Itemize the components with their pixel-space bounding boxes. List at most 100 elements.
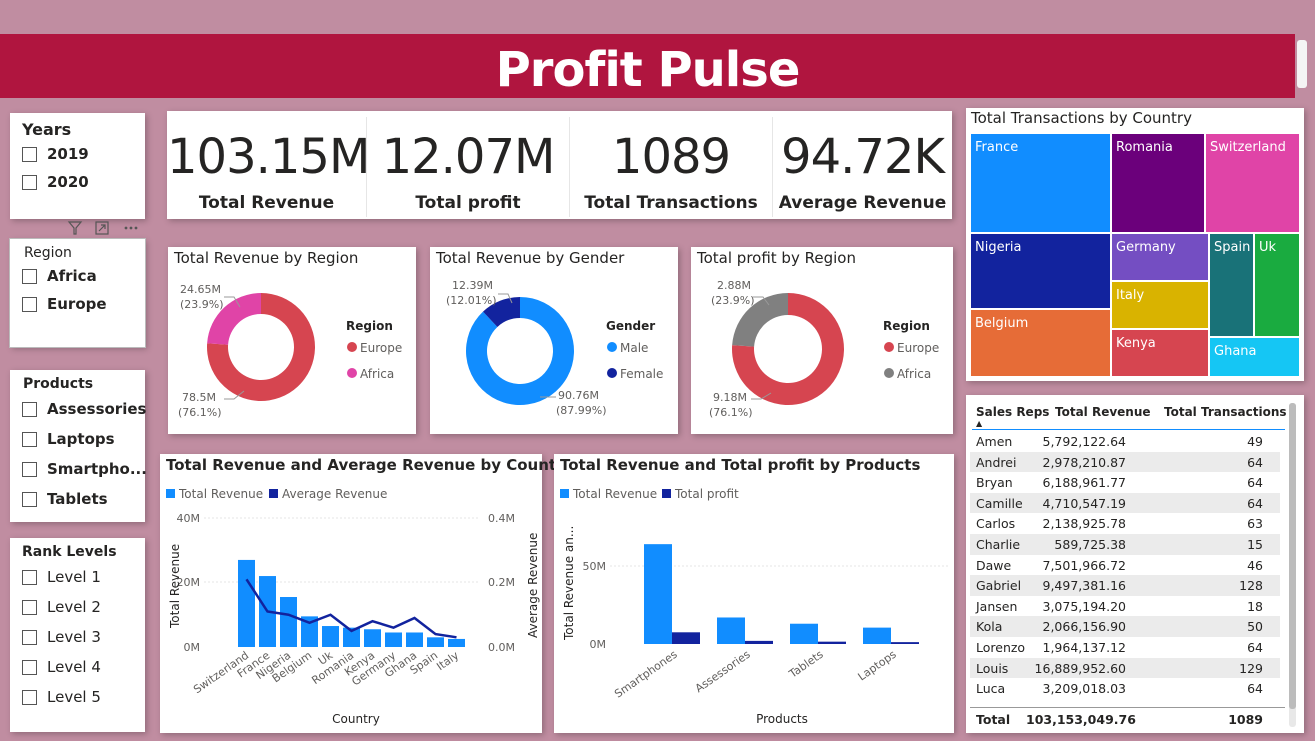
products-option-tablets[interactable]: Tablets (22, 490, 108, 508)
checkbox[interactable] (22, 401, 37, 417)
x-axis-label: Products (756, 712, 808, 726)
years-option-2019[interactable]: 2019 (22, 145, 89, 163)
years-option-2020[interactable]: 2020 (22, 173, 89, 191)
bar-total-revenue[interactable] (790, 623, 818, 644)
rank-option-level-2[interactable]: Level 2 (22, 598, 101, 616)
report-title: Profit Pulse (495, 42, 801, 98)
data-label: 78.5M (182, 391, 216, 404)
legend-item[interactable]: Total profit (674, 487, 739, 501)
table-row[interactable]: Andrei 2,978,210.87 64 (970, 451, 1280, 473)
cell-total-transactions: 64 (1247, 640, 1263, 655)
rank-option-level-5[interactable]: Level 5 (22, 688, 101, 706)
table-row[interactable]: Louis 16,889,952.60 129 (970, 657, 1280, 679)
table-row[interactable]: Amen 5,792,122.64 49 (970, 431, 1280, 452)
checkbox[interactable] (22, 569, 37, 585)
y2-tick: 0.0M (488, 641, 515, 654)
bar-total-revenue[interactable] (280, 597, 297, 647)
treemap-cell-belgium[interactable]: Belgium (970, 309, 1111, 377)
legend-item[interactable]: Africa (360, 367, 394, 381)
treemap-cell-spain[interactable]: Spain (1209, 233, 1254, 337)
data-label: 2.88M (717, 279, 751, 292)
bar-total-revenue[interactable] (427, 637, 444, 647)
bar-total-profit[interactable] (672, 632, 700, 644)
region-option-africa[interactable]: Africa (22, 267, 97, 285)
legend-item[interactable]: Female (620, 367, 663, 381)
legend-item[interactable]: Total Revenue (572, 487, 657, 501)
scrollbar-thumb[interactable] (1289, 403, 1296, 709)
bar-total-revenue[interactable] (364, 629, 381, 647)
page-scrollbar[interactable] (1297, 40, 1307, 88)
treemap-cell-germany[interactable]: Germany (1111, 233, 1209, 281)
bar-total-revenue[interactable] (717, 617, 745, 644)
checkbox[interactable] (22, 296, 37, 312)
focus-mode-icon[interactable] (95, 221, 109, 235)
kpi-card-total-revenue: 103.15M Total Revenue (167, 111, 370, 219)
checkbox[interactable] (22, 629, 37, 645)
checkbox[interactable] (22, 659, 37, 675)
table-row[interactable]: Dawe 7,501,966.72 46 (970, 555, 1280, 576)
kpi-strip: 103.15M Total Revenue 12.07M Total profi… (167, 111, 952, 219)
checkbox[interactable] (22, 146, 37, 162)
table-row[interactable]: Charlie 589,725.38 15 (970, 534, 1280, 555)
bar-total-revenue[interactable] (238, 559, 255, 647)
bar-total-revenue[interactable] (322, 626, 339, 647)
treemap-cell-uk[interactable]: Uk (1254, 233, 1300, 337)
legend-item[interactable]: Total Revenue (178, 487, 263, 501)
bar-total-revenue[interactable] (863, 627, 891, 644)
more-options-icon[interactable] (124, 226, 138, 230)
legend-item[interactable]: Africa (897, 367, 931, 381)
treemap-cell-switzerland[interactable]: Switzerland (1205, 133, 1300, 233)
treemap-area: France Romania Switzerland Nigeria Germa… (970, 133, 1300, 377)
table-row[interactable]: Gabriel 9,497,381.16 128 (970, 575, 1280, 596)
bar-total-revenue[interactable] (385, 632, 402, 647)
table-row[interactable]: Bryan 6,188,961.77 64 (970, 472, 1280, 493)
checkbox[interactable] (22, 491, 37, 507)
column-header-total-transactions[interactable]: Total Transactions (1164, 405, 1287, 419)
column-header-sales-reps[interactable]: Sales Reps (976, 405, 1049, 419)
treemap-cell-ghana[interactable]: Ghana (1209, 337, 1300, 377)
cell-sales-rep: Dawe (976, 557, 1012, 573)
checkbox[interactable] (22, 174, 37, 190)
checkbox[interactable] (22, 431, 37, 447)
table-row[interactable]: Jansen 3,075,194.20 18 (970, 596, 1280, 617)
rank-option-level-1[interactable]: Level 1 (22, 568, 101, 586)
checkbox[interactable] (22, 461, 37, 477)
treemap-cell-nigeria[interactable]: Nigeria (970, 233, 1111, 309)
sort-ascending-icon[interactable]: ▲ (976, 419, 982, 428)
products-option-laptops[interactable]: Laptops (22, 430, 115, 448)
region-option-europe[interactable]: Europe (22, 295, 107, 313)
table-row[interactable]: Camille 4,710,547.19 64 (970, 492, 1280, 514)
legend-item[interactable]: Europe (897, 341, 939, 355)
table-row[interactable]: Lorenzo 1,964,137.12 64 (970, 637, 1280, 658)
treemap-cell-italy[interactable]: Italy (1111, 281, 1209, 329)
rank-option-level-4[interactable]: Level 4 (22, 658, 101, 676)
legend-item[interactable]: Male (620, 341, 648, 355)
treemap-cell-kenya[interactable]: Kenya (1111, 329, 1209, 377)
table-row[interactable]: Carlos 2,138,925.78 63 (970, 513, 1280, 534)
checkbox[interactable] (22, 689, 37, 705)
legend-item[interactable]: Average Revenue (282, 487, 387, 501)
bar-total-profit[interactable] (818, 641, 846, 644)
legend-item[interactable]: Europe (360, 341, 402, 355)
legend-dot (607, 342, 617, 352)
products-option-assessories[interactable]: Assessories (22, 400, 146, 418)
cell-sales-rep: Lorenzo (976, 640, 1026, 655)
bar-total-profit[interactable] (745, 640, 773, 644)
treemap-cell-france[interactable]: France (970, 133, 1111, 233)
cell-total-revenue: 16,889,952.60 (1034, 660, 1126, 676)
bar-total-revenue[interactable] (448, 638, 465, 647)
table-row[interactable]: Kola 2,066,156.90 50 (970, 616, 1280, 637)
bar-total-revenue[interactable] (644, 544, 672, 644)
checkbox[interactable] (22, 268, 37, 284)
checkbox[interactable] (22, 599, 37, 615)
rank-option-level-3[interactable]: Level 3 (22, 628, 101, 646)
bar-total-profit[interactable] (891, 642, 919, 644)
table-scrollbar[interactable] (1289, 403, 1296, 727)
column-header-total-revenue[interactable]: Total Revenue (1055, 405, 1151, 419)
x-tick: Smartphones (612, 648, 680, 701)
filter-icon[interactable] (67, 221, 83, 235)
products-option-smartphones[interactable]: Smartpho... (22, 460, 147, 478)
treemap-cell-romania[interactable]: Romania (1111, 133, 1205, 233)
table-row[interactable]: Luca 3,209,018.03 64 (970, 678, 1280, 699)
bar-total-revenue[interactable] (406, 632, 423, 647)
